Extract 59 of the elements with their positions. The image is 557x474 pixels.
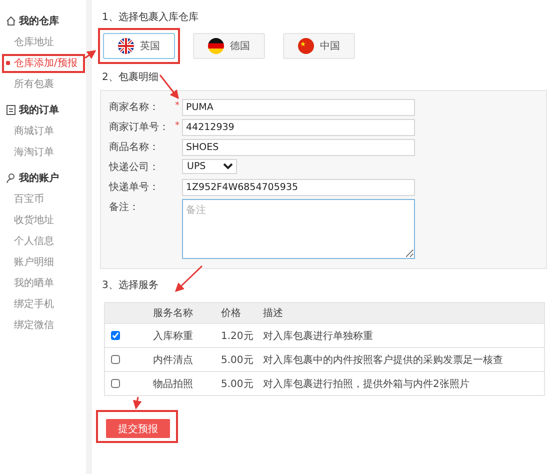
sidebar-item[interactable]: 我的晒单 bbox=[2, 274, 85, 293]
field-label: 快递公司： bbox=[109, 160, 160, 175]
sidebar-item[interactable]: 仓库地址 bbox=[2, 33, 85, 52]
input-field[interactable]: PUMA bbox=[182, 99, 415, 116]
sidebar-heading: 我的仓库 bbox=[19, 14, 59, 28]
table-cell: 对入库包裹进行单独称重 bbox=[262, 324, 544, 348]
flag-icon bbox=[208, 38, 224, 54]
table-cell: 对入库包裹中的内件按照客户提供的采购发票足一核查 bbox=[262, 348, 544, 372]
sidebar-item[interactable]: 百宝币 bbox=[2, 190, 85, 209]
sidebar-item[interactable]: 商城订单 bbox=[2, 122, 85, 141]
notes-field[interactable]: 备注 bbox=[182, 199, 415, 259]
pointer-arrow bbox=[84, 50, 96, 59]
field-label: 商家订单号： bbox=[109, 120, 170, 135]
sidebar-item[interactable]: 海淘订单 bbox=[2, 143, 85, 162]
input-field[interactable]: 1Z952F4W6854705935 bbox=[182, 179, 415, 196]
table-cell: 入库称重 bbox=[152, 324, 220, 348]
input-field[interactable]: SHOES bbox=[182, 139, 415, 156]
sidebar-item[interactable]: 个人信息 bbox=[2, 232, 85, 251]
table-cell: 5.00元 bbox=[220, 372, 262, 396]
checkbox[interactable] bbox=[111, 379, 120, 388]
column-header: 描述 bbox=[262, 302, 544, 324]
pointer-arrow bbox=[159, 74, 179, 100]
sidebar-item[interactable]: 仓库添加/预报 bbox=[2, 54, 85, 73]
dropdown[interactable]: UPS bbox=[182, 159, 237, 174]
sidebar-item[interactable]: 所有包裹 bbox=[2, 75, 85, 94]
document-icon bbox=[6, 105, 16, 115]
field-label: 商家名称： bbox=[109, 100, 160, 115]
section-heading: 1、选择包裹入库仓库 bbox=[102, 10, 198, 24]
sidebar-item[interactable]: 收货地址 bbox=[2, 211, 85, 230]
table-cell: 对入库包裹进行拍照，提供外箱与内件2张照片 bbox=[262, 372, 544, 396]
flag-icon bbox=[118, 38, 134, 54]
field-label: 快递单号： bbox=[109, 180, 160, 195]
sidebar-heading: 我的订单 bbox=[19, 104, 59, 117]
flag-icon bbox=[298, 38, 314, 54]
pointer-arrow bbox=[174, 265, 203, 292]
warehouse-button[interactable]: 英国 bbox=[103, 33, 175, 59]
required-mark: * bbox=[175, 100, 180, 113]
sidebar-heading: 我的账户 bbox=[19, 171, 59, 185]
submit-button[interactable]: 提交预报 bbox=[106, 419, 170, 438]
house-icon bbox=[6, 16, 16, 26]
section-heading: 3、选择服务 bbox=[102, 278, 158, 292]
required-mark: * bbox=[175, 120, 180, 133]
input-field[interactable]: 44212939 bbox=[182, 119, 415, 136]
field-label: 备注： bbox=[109, 200, 140, 215]
checkbox[interactable] bbox=[111, 331, 120, 340]
column-header: 服务名称 bbox=[152, 302, 220, 324]
warehouse-button[interactable]: 德国 bbox=[193, 33, 265, 59]
table-cell: 内件清点 bbox=[152, 348, 220, 372]
sidebar-item[interactable]: 账户明细 bbox=[2, 253, 85, 272]
warehouse-button[interactable]: 中国 bbox=[283, 33, 355, 59]
sidebar-item[interactable]: 绑定微信 bbox=[2, 316, 85, 335]
sidebar-item[interactable]: 绑定手机 bbox=[2, 295, 85, 314]
checkbox[interactable] bbox=[111, 355, 120, 364]
column-header: 价格 bbox=[220, 302, 262, 324]
section-heading: 2、包裹明细 bbox=[102, 70, 158, 84]
table-cell: 1.20元 bbox=[220, 324, 262, 348]
table-cell: 5.00元 bbox=[220, 348, 262, 372]
table-cell: 物品拍照 bbox=[152, 372, 220, 396]
field-label: 商品名称： bbox=[109, 140, 160, 155]
